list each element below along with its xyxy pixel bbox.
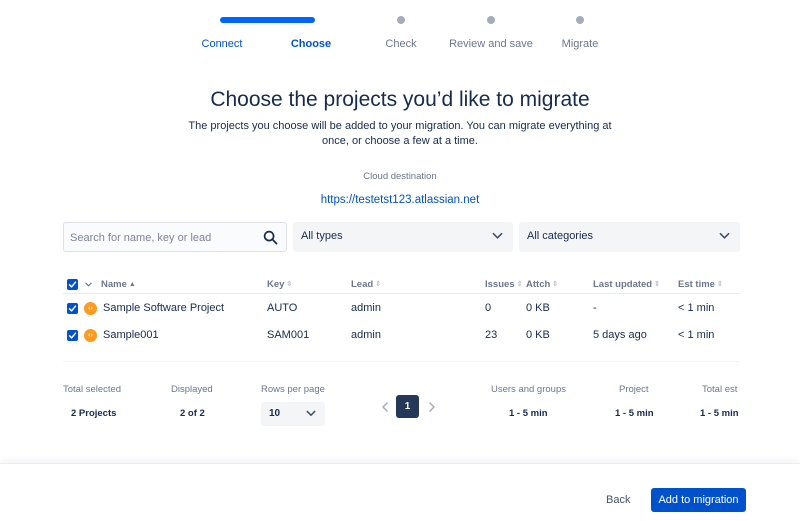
projects-table: Name ▲ Key ⇕ Lead ⇕ Issues ⇕ Attch ⇕ Last upd… <box>63 274 740 350</box>
project-lead: admin <box>351 329 381 341</box>
add-to-migration-button[interactable]: Add to migration <box>651 488 746 512</box>
rows-per-page-select[interactable]: 10 <box>261 402 325 426</box>
step-label: Migrate <box>561 38 599 50</box>
step-dot-icon <box>576 16 584 24</box>
column-header-issues[interactable]: Issues ⇕ <box>485 279 522 290</box>
project-time-label: Project <box>619 384 649 395</box>
select-all-checkbox[interactable] <box>67 279 78 290</box>
table-header: Name ▲ Key ⇕ Lead ⇕ Issues ⇕ Attch ⇕ Last upd… <box>63 274 740 294</box>
project-attachments: 0 KB <box>526 302 550 314</box>
column-header-name[interactable]: Name ▲ <box>101 279 136 290</box>
step-dot-icon <box>487 16 495 24</box>
project-time-value: 1 - 5 min <box>615 408 654 419</box>
check-icon <box>68 332 77 339</box>
column-header-last-updated[interactable]: Last updated ⇕ <box>593 279 660 290</box>
users-groups-label: Users and groups <box>491 384 566 395</box>
project-type-select[interactable]: All types <box>293 222 513 252</box>
sort-icon: ⇕ <box>716 281 723 288</box>
total-selected-value: 2 Projects <box>71 408 117 419</box>
project-last-updated: 5 days ago <box>593 329 647 341</box>
table-row[interactable]: ‹› Sample001 SAM001 admin 23 0 KB 5 days… <box>63 322 740 350</box>
step-label: Connect <box>201 38 243 50</box>
project-issues: 0 <box>485 302 492 314</box>
project-last-updated: - <box>593 302 597 314</box>
project-name[interactable]: Sample Software Project <box>103 302 224 314</box>
project-est-time: < 1 min <box>678 302 715 314</box>
project-attachments: 0 KB <box>526 329 550 341</box>
page-description: The projects you choose will be added to… <box>188 120 612 147</box>
cloud-destination-label: Cloud destination <box>363 171 437 182</box>
project-issues: 23 <box>485 329 498 341</box>
software-project-icon: ‹› <box>84 302 97 315</box>
step-label: Check <box>385 38 417 50</box>
project-category-value: All categories <box>527 230 594 242</box>
step-label: Choose <box>290 38 332 50</box>
sort-ascending-icon: ▲ <box>128 281 136 288</box>
rows-per-page-label: Rows per page <box>261 384 325 395</box>
step-label: Review and save <box>449 38 533 50</box>
sort-icon: ⇕ <box>654 281 660 288</box>
previous-page-icon[interactable] <box>378 398 392 416</box>
cloud-destination-link[interactable]: https://testetst123.atlassian.net <box>0 194 800 206</box>
displayed-label: Displayed <box>171 384 213 395</box>
column-header-est-time[interactable]: Est time ⇕ <box>678 279 723 290</box>
check-icon <box>68 305 77 312</box>
progress-bar-completed <box>220 17 315 23</box>
search-field[interactable] <box>63 222 287 252</box>
total-selected-label: Total selected <box>63 384 122 395</box>
table-divider <box>63 361 740 362</box>
chevron-down-icon <box>492 232 503 239</box>
project-lead: admin <box>351 302 381 314</box>
project-key: AUTO <box>267 302 298 314</box>
sort-icon: ⇕ <box>516 281 523 288</box>
users-groups-value: 1 - 5 min <box>509 408 548 419</box>
sort-icon: ⇕ <box>286 281 293 288</box>
row-checkbox[interactable] <box>67 330 78 341</box>
check-icon <box>68 281 77 288</box>
project-name[interactable]: Sample001 <box>103 329 159 341</box>
row-checkbox[interactable] <box>67 303 78 314</box>
project-type-value: All types <box>301 230 343 242</box>
chevron-down-icon <box>306 410 316 416</box>
column-header-key[interactable]: Key ⇕ <box>267 279 292 290</box>
back-button[interactable]: Back <box>598 488 638 512</box>
step-dot-icon <box>397 16 405 24</box>
search-icon[interactable] <box>263 230 278 245</box>
footer-bar: Back Add to migration <box>0 463 800 521</box>
chevron-down-icon <box>719 232 730 239</box>
software-project-icon: ‹› <box>84 329 97 342</box>
table-row[interactable]: ‹› Sample Software Project AUTO admin 0 … <box>63 294 740 322</box>
column-header-attachments[interactable]: Attch ⇕ <box>526 279 558 290</box>
total-est-value: 1 - 5 min <box>700 408 739 419</box>
search-input[interactable] <box>70 229 260 247</box>
page-1-button[interactable]: 1 <box>396 395 419 418</box>
sort-icon: ⇕ <box>375 281 382 288</box>
total-est-label: Total est <box>702 384 738 395</box>
sort-icon: ⇕ <box>552 281 559 288</box>
progress-tracker: Connect Choose Check Review and save Mig… <box>0 0 800 60</box>
project-est-time: < 1 min <box>678 329 715 341</box>
rows-per-page-value: 10 <box>269 408 281 419</box>
next-page-icon[interactable] <box>425 398 439 416</box>
chevron-down-icon[interactable] <box>85 282 92 287</box>
column-header-lead[interactable]: Lead ⇕ <box>351 279 381 290</box>
project-key: SAM001 <box>267 329 310 341</box>
project-category-select[interactable]: All categories <box>519 222 740 252</box>
page-title: Choose the projects you’d like to migrat… <box>210 88 590 111</box>
displayed-value: 2 of 2 <box>180 408 205 419</box>
